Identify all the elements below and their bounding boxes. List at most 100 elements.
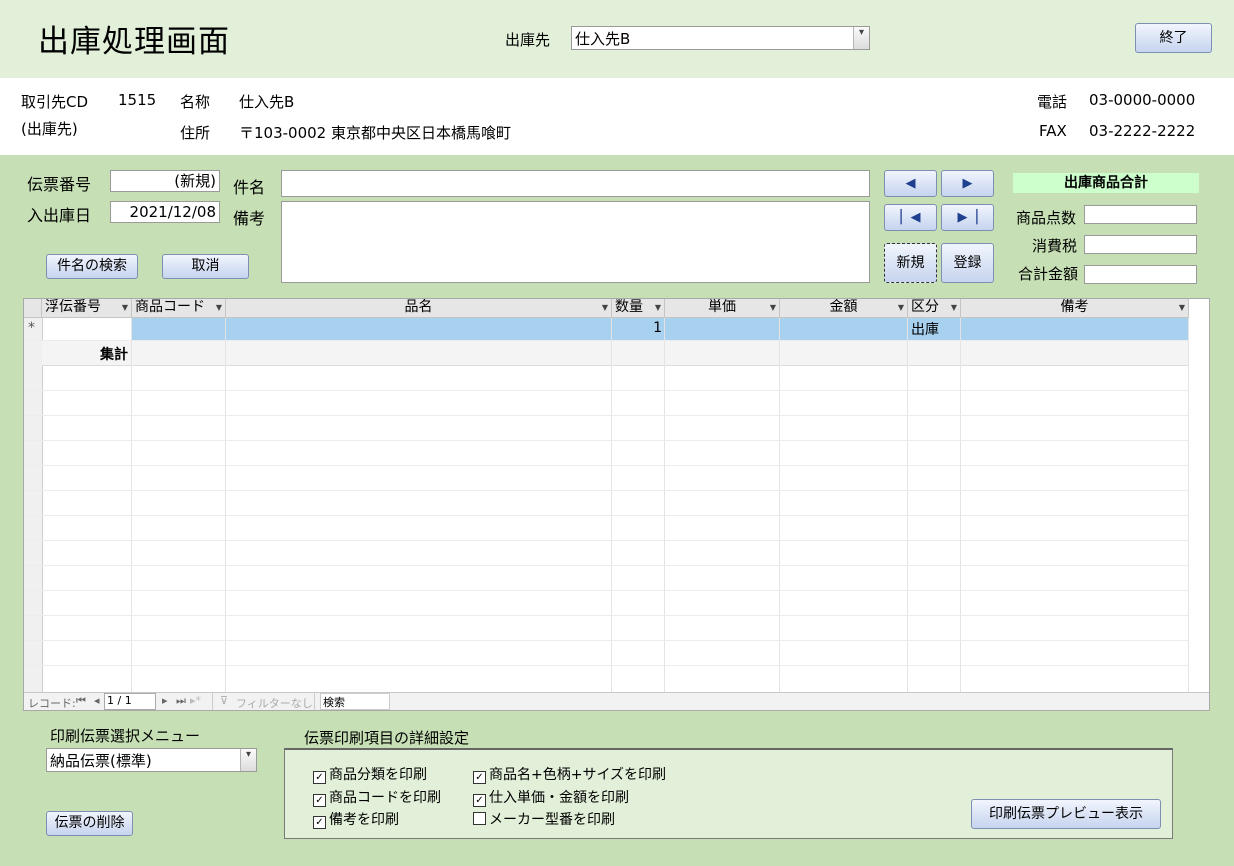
record-selector-column[interactable] — [24, 299, 43, 693]
date-field[interactable]: 2021/12/08 — [110, 201, 220, 223]
new-button[interactable]: 新規 — [884, 243, 937, 283]
fax-value: 03-2222-2222 — [1089, 122, 1196, 140]
phone-value: 03-0000-0000 — [1089, 91, 1196, 109]
first-record-icon[interactable]: ⏮ — [76, 694, 86, 708]
dropdown-arrow-icon: ▼ — [769, 303, 776, 312]
tax-label: 消費税 — [1032, 237, 1078, 255]
first-record-icon: ▏◀ — [900, 210, 921, 225]
column-header[interactable]: 商品コード ▼ — [132, 299, 226, 317]
print-menu-select[interactable]: 納品伝票(標準) ▾ — [46, 748, 257, 772]
print-option-checkbox[interactable]: ✓ 商品名+色柄+サイズを印刷 — [473, 764, 666, 784]
print-menu-value: 納品伝票(標準) — [50, 752, 152, 770]
detail-grid[interactable]: 浮伝番号 ▼ 商品コード ▼ 品名 ▼ 数量 ▼ 単価 ▼ 金額 ▼ 区分 ▼ 備考 ▼ * 1… — [23, 298, 1210, 711]
register-button[interactable]: 登録 — [941, 243, 994, 283]
record-navigation-bar: レコード: ⏮ ◂ 1 / 1 ▸ ⏭ ▸* ⊽ フィルターなし 検索 — [24, 692, 1209, 710]
last-record-button[interactable]: ▶▕ — [941, 204, 994, 231]
items-count-field — [1084, 205, 1197, 224]
category-cell[interactable]: 出庫 — [911, 319, 939, 339]
partner-address-value: 〒103-0002 東京都中央区日本橋馬喰町 — [239, 124, 511, 142]
dropdown-arrow-icon: ▼ — [601, 303, 608, 312]
column-header[interactable]: 金額 ▼ — [780, 299, 908, 317]
column-header[interactable]: 単価 ▼ — [665, 299, 780, 317]
checkbox-icon: ✓ — [473, 794, 486, 807]
new-record-marker: * — [28, 320, 35, 336]
print-option-checkbox[interactable]: ✓ 商品分類を印刷 — [313, 764, 427, 784]
summary-label: 集計 — [100, 347, 128, 363]
partner-cd-value: 1515 — [118, 91, 157, 109]
grid-header: 浮伝番号 ▼ 商品コード ▼ 品名 ▼ 数量 ▼ 単価 ▼ 金額 ▼ 区分 ▼ 備考 ▼ — [24, 299, 1189, 318]
column-header[interactable]: 品名 ▼ — [226, 299, 612, 317]
column-header[interactable]: 浮伝番号 ▼ — [42, 299, 132, 317]
cancel-button[interactable]: 取消 — [162, 254, 249, 279]
dropdown-arrow-icon: ▼ — [121, 303, 128, 312]
destination-select[interactable]: 仕入先B ▾ — [571, 26, 870, 50]
items-count-label: 商品点数 — [1016, 209, 1077, 227]
print-detail-label: 伝票印刷項目の詳細設定 — [304, 729, 470, 747]
column-header[interactable]: 数量 ▼ — [612, 299, 665, 317]
checkbox-icon: ✓ — [473, 771, 486, 784]
print-preview-button[interactable]: 印刷伝票プレビュー表示 — [971, 799, 1161, 829]
fax-label: FAX — [1039, 122, 1067, 140]
slip-no-label: 伝票番号 — [27, 175, 92, 194]
date-label: 入出庫日 — [27, 206, 92, 225]
grid-search-input[interactable]: 検索 — [320, 693, 390, 710]
record-label: レコード: — [28, 697, 76, 710]
page-title: 出庫処理画面 — [38, 24, 230, 60]
chevron-down-icon[interactable]: ▾ — [853, 27, 869, 49]
subject-label: 件名 — [233, 178, 266, 197]
chevron-down-icon[interactable]: ▾ — [240, 749, 256, 771]
first-record-button[interactable]: ▏◀ — [884, 204, 937, 231]
checkbox-icon: ✓ — [313, 794, 326, 807]
last-record-icon[interactable]: ⏭ — [176, 694, 186, 708]
partner-name-value: 仕入先B — [239, 93, 295, 111]
triangle-left-icon: ◀ — [905, 176, 916, 191]
dropdown-arrow-icon: ▼ — [215, 303, 222, 312]
print-option-checkbox[interactable]: メーカー型番を印刷 — [473, 809, 615, 829]
dropdown-arrow-icon: ▼ — [897, 303, 904, 312]
checkbox-icon: ✓ — [313, 816, 326, 829]
select-all-corner[interactable] — [24, 299, 42, 317]
next-record-icon[interactable]: ▸ — [162, 694, 168, 707]
destination-label: 出庫先 — [505, 31, 551, 49]
delete-slip-button[interactable]: 伝票の削除 — [46, 811, 133, 836]
print-option-checkbox[interactable]: ✓ 仕入単価・金額を印刷 — [473, 787, 629, 807]
search-subject-button[interactable]: 件名の検索 — [46, 254, 138, 279]
next-record-button[interactable]: ▶ — [941, 170, 994, 197]
checkbox-icon: ✓ — [313, 771, 326, 784]
exit-button[interactable]: 終了 — [1135, 23, 1212, 53]
column-header[interactable]: 区分 ▼ — [908, 299, 961, 317]
dropdown-arrow-icon: ▼ — [1178, 303, 1185, 312]
partner-address-label: 住所 — [180, 124, 211, 142]
dropdown-arrow-icon: ▼ — [654, 303, 661, 312]
qty-cell[interactable]: 1 — [612, 320, 662, 336]
dropdown-arrow-icon: ▼ — [950, 303, 957, 312]
new-record-nav-icon[interactable]: ▸* — [190, 694, 201, 707]
partner-cd-sub: (出庫先) — [21, 120, 78, 138]
filter-icon[interactable]: ⊽ — [220, 694, 228, 707]
filter-status[interactable]: フィルターなし — [236, 695, 313, 710]
slip-no-field[interactable]: (新規) — [110, 170, 220, 192]
note-label: 備考 — [233, 209, 266, 228]
record-position-field[interactable]: 1 / 1 — [104, 693, 156, 710]
subject-field[interactable] — [281, 170, 870, 197]
prev-record-button[interactable]: ◀ — [884, 170, 937, 197]
last-record-icon: ▶▕ — [957, 210, 978, 225]
phone-label: 電話 — [1037, 93, 1068, 111]
triangle-right-icon: ▶ — [962, 176, 973, 191]
prev-record-icon[interactable]: ◂ — [94, 694, 100, 707]
partner-cd-label: 取引先CD — [21, 93, 89, 111]
partner-info-panel — [0, 78, 1234, 155]
print-menu-label: 印刷伝票選択メニュー — [50, 727, 201, 745]
destination-value: 仕入先B — [575, 30, 631, 48]
column-header[interactable]: 備考 ▼ — [961, 299, 1189, 317]
tax-field — [1084, 235, 1197, 254]
print-option-checkbox[interactable]: ✓ 備考を印刷 — [313, 809, 399, 829]
note-field[interactable] — [281, 201, 870, 283]
totals-title: 出庫商品合計 — [1013, 173, 1199, 193]
partner-name-label: 名称 — [180, 93, 211, 111]
total-amount-label: 合計金額 — [1018, 265, 1079, 283]
checkbox-icon — [473, 812, 486, 825]
print-option-checkbox[interactable]: ✓ 商品コードを印刷 — [313, 787, 441, 807]
total-amount-field — [1084, 265, 1197, 284]
summary-row — [42, 341, 1189, 366]
